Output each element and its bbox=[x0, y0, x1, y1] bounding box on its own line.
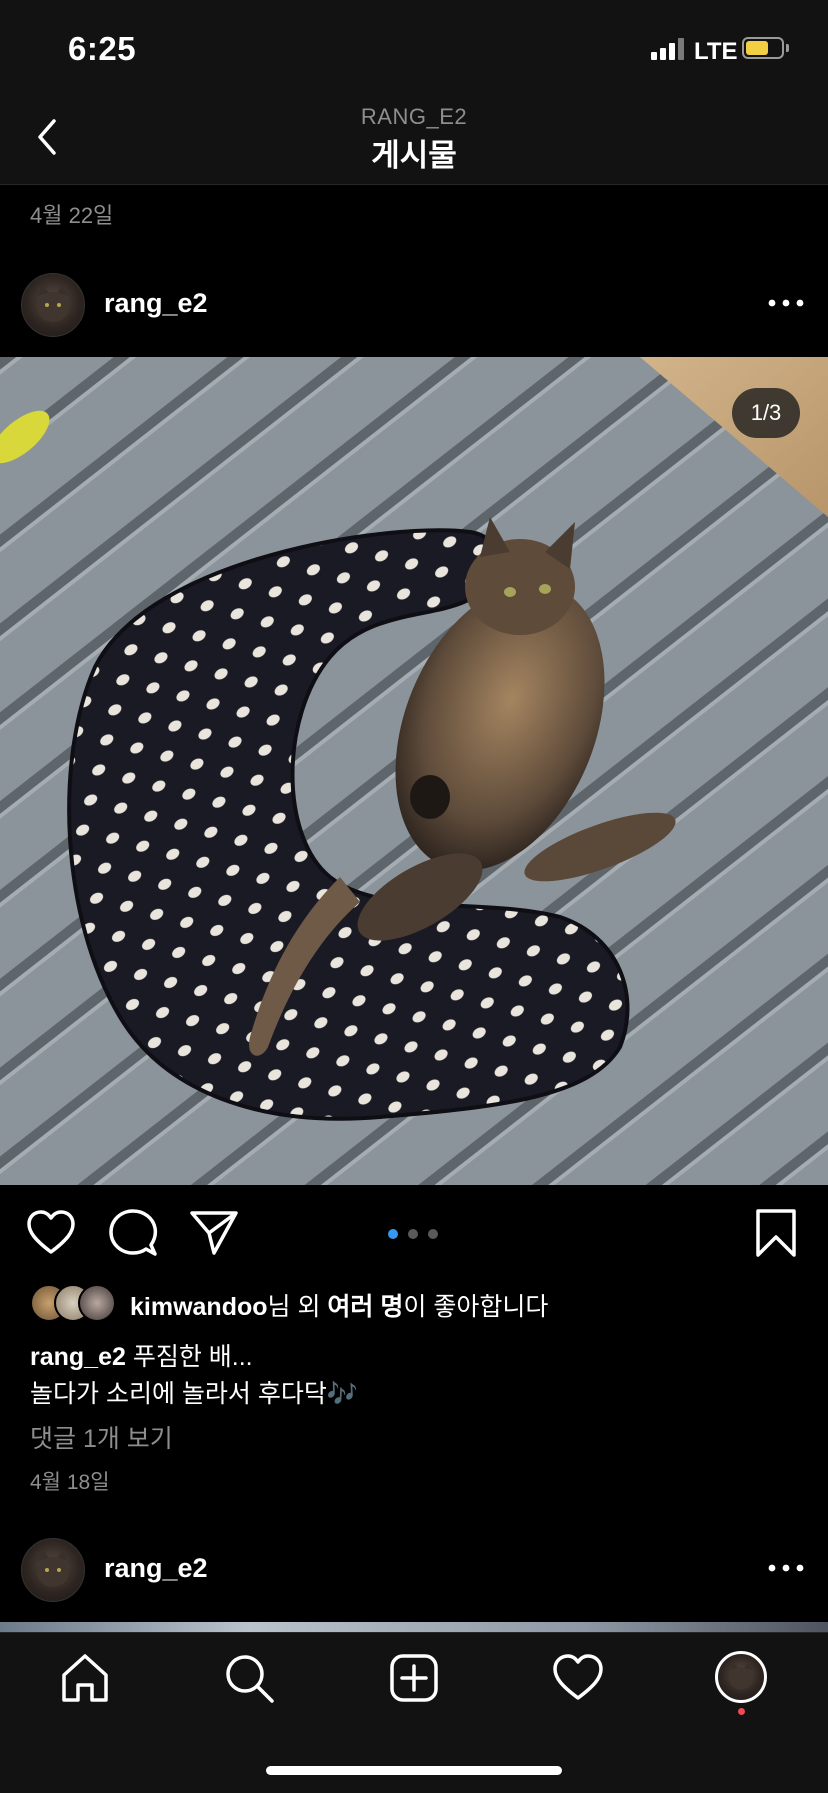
profile-avatar[interactable] bbox=[715, 1651, 767, 1703]
header-subtitle: RANG_E2 bbox=[360, 104, 468, 129]
likes-suffix-2: 이 좋아합니다 bbox=[403, 1293, 549, 1321]
carousel-dot-active bbox=[388, 1229, 398, 1239]
previous-post-date: 4월 22일 bbox=[30, 203, 114, 228]
bookmark-icon[interactable] bbox=[750, 1207, 802, 1259]
next-post-username[interactable]: rang_e2 bbox=[104, 1553, 208, 1584]
likes-others[interactable]: 여러 명 bbox=[327, 1293, 403, 1321]
status-time: 6:25 bbox=[68, 30, 137, 67]
caption-text: 푸짐한 배... bbox=[125, 1343, 253, 1371]
liker-avatars[interactable] bbox=[30, 1284, 118, 1322]
avatar[interactable] bbox=[21, 1538, 85, 1602]
carousel-dot bbox=[408, 1229, 418, 1239]
post-date: 4월 18일 bbox=[30, 1471, 110, 1494]
ellipsis-icon[interactable] bbox=[766, 298, 806, 308]
caption: rang_e2 푸짐한 배... bbox=[30, 1337, 253, 1373]
activity-heart-icon[interactable] bbox=[551, 1651, 605, 1705]
home-icon[interactable] bbox=[58, 1651, 112, 1705]
likes-summary[interactable]: kimwandoo님 외 여러 명이 좋아합니다 bbox=[130, 1287, 548, 1323]
battery-level bbox=[746, 41, 768, 55]
liker-avatar bbox=[78, 1284, 116, 1322]
battery-cap bbox=[786, 44, 789, 52]
next-post-photo[interactable] bbox=[0, 1622, 828, 1632]
caption-line-2: 놀다가 소리에 놀라서 후다닥🎶 bbox=[30, 1380, 358, 1408]
cat-avatar-icon bbox=[37, 284, 69, 322]
page-title: 게시물 bbox=[371, 138, 457, 173]
media-counter: 1/3 bbox=[732, 388, 800, 438]
like-heart-icon[interactable] bbox=[25, 1207, 77, 1259]
signal-icon bbox=[651, 38, 684, 60]
comment-icon[interactable] bbox=[107, 1207, 159, 1259]
share-icon[interactable] bbox=[188, 1207, 240, 1259]
post-photo[interactable] bbox=[0, 357, 828, 1185]
cat-avatar-icon bbox=[729, 1661, 753, 1690]
liker-username[interactable]: kimwandoo bbox=[130, 1293, 268, 1321]
new-post-icon[interactable] bbox=[387, 1651, 441, 1705]
search-icon[interactable] bbox=[222, 1651, 276, 1705]
carousel-indicator bbox=[386, 1227, 442, 1241]
home-indicator[interactable] bbox=[266, 1766, 562, 1775]
network-type: LTE bbox=[694, 38, 738, 65]
carousel-dot bbox=[428, 1229, 438, 1239]
likes-suffix-1: 님 외 bbox=[267, 1293, 328, 1321]
cat-avatar-icon bbox=[37, 1549, 69, 1587]
notification-dot bbox=[738, 1708, 745, 1715]
ellipsis-icon[interactable] bbox=[766, 1563, 806, 1573]
view-comments-link[interactable]: 댓글 1개 보기 bbox=[30, 1419, 173, 1455]
post-username[interactable]: rang_e2 bbox=[104, 288, 208, 319]
cat-on-cushion-image bbox=[0, 357, 828, 1185]
caption-username[interactable]: rang_e2 bbox=[30, 1343, 126, 1371]
avatar[interactable] bbox=[21, 273, 85, 337]
